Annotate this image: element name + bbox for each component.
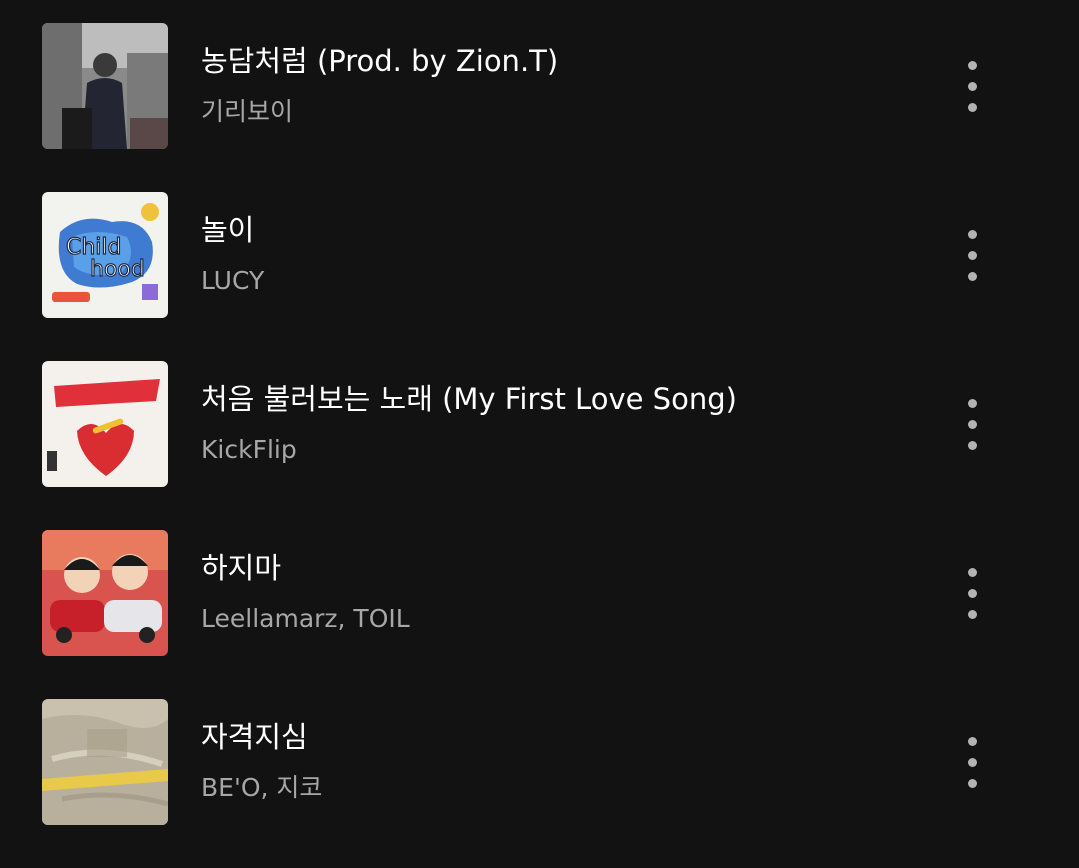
album-cover: Child hood (42, 192, 168, 318)
more-vertical-icon (968, 399, 977, 408)
track-title[interactable]: 처음 불러보는 노래 (My First Love Song) (201, 381, 737, 417)
track-row[interactable]: Child hood 놀이 LUCY (0, 192, 1079, 361)
more-options-button[interactable] (952, 222, 992, 288)
more-vertical-icon (968, 568, 977, 577)
album-cover (42, 361, 168, 487)
more-options-button[interactable] (952, 391, 992, 457)
track-title[interactable]: 농담처럼 (Prod. by Zion.T) (201, 43, 558, 79)
track-artist[interactable]: BE'O, 지코 (201, 773, 322, 803)
track-artist[interactable]: 기리보이 (201, 97, 293, 127)
track-title[interactable]: 놀이 (201, 212, 254, 248)
more-options-button[interactable] (952, 729, 992, 795)
more-options-button[interactable] (952, 560, 992, 626)
track-row[interactable]: 하지마 Leellamarz, TOIL (0, 530, 1079, 699)
track-title[interactable]: 하지마 (201, 550, 281, 586)
album-cover (42, 530, 168, 656)
more-vertical-icon (968, 230, 977, 239)
more-vertical-icon (968, 61, 977, 70)
album-cover (42, 23, 168, 149)
svg-text:hood: hood (90, 257, 145, 282)
track-title[interactable]: 자격지심 (201, 719, 308, 755)
track-row[interactable]: 농담처럼 (Prod. by Zion.T) 기리보이 (0, 23, 1079, 192)
album-cover (42, 699, 168, 825)
track-artist[interactable]: Leellamarz, TOIL (201, 604, 410, 634)
track-row[interactable]: 처음 불러보는 노래 (My First Love Song) KickFlip (0, 361, 1079, 530)
more-vertical-icon (968, 737, 977, 746)
track-artist[interactable]: LUCY (201, 266, 264, 296)
track-artist[interactable]: KickFlip (201, 435, 297, 465)
track-list: 농담처럼 (Prod. by Zion.T) 기리보이 Child hood 놀… (0, 0, 1079, 849)
more-options-button[interactable] (952, 53, 992, 119)
track-row[interactable]: 자격지심 BE'O, 지코 (0, 699, 1079, 868)
